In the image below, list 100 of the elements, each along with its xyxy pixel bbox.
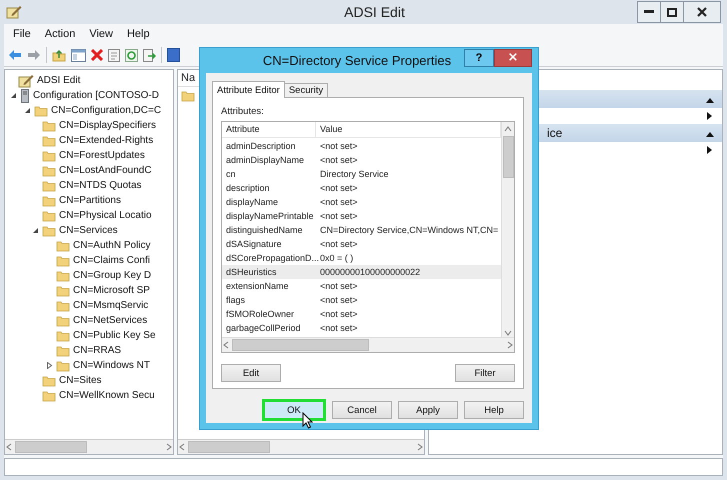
folder-up-icon[interactable]	[52, 48, 66, 62]
menu-item[interactable]: File	[8, 26, 36, 42]
attribute-row[interactable]: distinguishedName CN=Directory Service,CN=Windows NT,CN=	[222, 223, 501, 237]
scroll-left-icon[interactable]	[222, 341, 230, 349]
delete-icon[interactable]	[91, 49, 103, 61]
tree-item[interactable]: CN=WellKnown Secu	[59, 390, 155, 401]
attribute-name: displayName	[225, 197, 280, 207]
refresh-icon[interactable]	[125, 48, 138, 62]
submenu-arrow-icon[interactable]	[707, 112, 712, 120]
scrollbar-thumb[interactable]	[502, 136, 514, 178]
column-header[interactable]: Attribute	[222, 122, 316, 137]
attribute-value: <not set>	[319, 239, 359, 249]
attribute-row[interactable]: dSCorePropagationD...0x0 = ( )	[222, 251, 501, 265]
menu-item[interactable]: View	[84, 26, 118, 42]
attribute-row[interactable]: fSMORoleOwner <not set>	[222, 307, 501, 321]
attribute-name: displayNamePrintable	[225, 211, 315, 221]
tree-item[interactable]: CN=NTDS Quotas	[59, 180, 142, 191]
document-icon[interactable]	[108, 48, 120, 62]
folder-icon	[42, 374, 56, 386]
dialog-button[interactable]: OK	[262, 399, 326, 421]
attribute-row[interactable]: cn Directory Service	[222, 167, 501, 181]
scroll-down-icon[interactable]	[504, 329, 512, 337]
attribute-row[interactable]: dSASignature <not set>	[222, 237, 501, 251]
menu-item[interactable]: Help	[122, 26, 155, 42]
tree-item[interactable]: CN=Services	[59, 225, 118, 236]
scroll-right-icon[interactable]	[506, 341, 514, 349]
attribute-row[interactable]: extensionName <not set>	[222, 279, 501, 293]
attribute-row[interactable]: garbageCollPeriod <not set>	[222, 321, 501, 335]
tree-arrow-icon[interactable]	[46, 362, 52, 369]
attribute-name: distinguishedName	[225, 225, 304, 235]
tree-item[interactable]: CN=NetServices	[73, 315, 148, 326]
tree-item[interactable]: CN=ForestUpdates	[59, 150, 145, 161]
collapse-caret-icon[interactable]	[706, 97, 714, 103]
tree-item[interactable]: CN=MsmqServic	[73, 300, 148, 311]
attribute-name: description	[225, 183, 271, 193]
tab[interactable]: Security	[284, 83, 328, 98]
forward-arrow-icon[interactable]	[27, 49, 41, 61]
tree-item[interactable]: CN=DisplaySpecifiers	[59, 120, 156, 131]
tree-item[interactable]: CN=LostAndFoundC	[59, 165, 152, 176]
dialog-button[interactable]: Help	[464, 401, 524, 419]
tree-item[interactable]: CN=Configuration,DC=C	[51, 105, 162, 116]
mouse-pointer-icon	[302, 412, 313, 429]
attribute-name: dSHeuristics	[225, 267, 278, 277]
dialog-button[interactable]: Apply	[398, 401, 458, 419]
scroll-up-icon[interactable]	[504, 125, 512, 133]
tree-arrow-icon[interactable]	[24, 107, 30, 114]
tree-item[interactable]: CN=Public Key Se	[73, 330, 156, 341]
tree-item[interactable]: CN=Partitions	[59, 195, 121, 206]
tree-item[interactable]: CN=Claims Confi	[73, 255, 150, 266]
scrollbar-thumb[interactable]	[232, 339, 369, 351]
attribute-value: Directory Service	[319, 169, 390, 179]
scroll-left-icon[interactable]	[5, 443, 13, 451]
help-button[interactable]: ?	[464, 48, 494, 66]
scroll-right-icon[interactable]	[165, 443, 173, 451]
edit-button[interactable]: Edit	[221, 364, 281, 382]
close-button[interactable]: ×	[494, 48, 532, 66]
tree-item[interactable]: CN=AuthN Policy	[73, 240, 151, 251]
back-arrow-icon[interactable]	[8, 49, 22, 61]
attribute-row[interactable]: flags <not set>	[222, 293, 501, 307]
attribute-row[interactable]: displayNamePrintable <not set>	[222, 209, 501, 223]
attribute-value: 00000000100000000022	[319, 267, 422, 277]
tree-arrow-icon[interactable]	[32, 227, 38, 234]
tree-item[interactable]: Configuration [CONTOSO-D	[33, 90, 159, 101]
column-header[interactable]: Na	[181, 72, 196, 84]
collapse-caret-icon[interactable]	[706, 131, 714, 137]
pane-icon[interactable]	[71, 48, 86, 62]
attribute-row[interactable]: adminDisplayName <not set>	[222, 153, 501, 167]
close-icon	[697, 7, 707, 17]
attribute-row[interactable]: displayName <not set>	[222, 195, 501, 209]
attribute-value: <not set>	[319, 295, 359, 305]
attributes-label: Attributes:	[221, 106, 265, 117]
folder-icon	[56, 314, 70, 326]
tree-item[interactable]: CN=RRAS	[73, 345, 122, 356]
tree-item[interactable]: CN=Extended-Rights	[59, 135, 154, 146]
scroll-right-icon[interactable]	[416, 443, 424, 451]
scroll-left-icon[interactable]	[178, 443, 186, 451]
scrollbar-thumb[interactable]	[188, 441, 270, 453]
tree-arrow-icon[interactable]	[10, 92, 16, 99]
scrollbar-thumb[interactable]	[15, 441, 87, 453]
attribute-value: <not set>	[319, 197, 359, 207]
folder-icon	[56, 270, 70, 282]
folder-icon	[181, 90, 195, 102]
menu-item[interactable]: Action	[40, 26, 80, 42]
tree-item[interactable]: CN=Group Key D	[73, 270, 152, 281]
tree-item[interactable]: CN=Microsoft SP	[73, 285, 150, 296]
attribute-row[interactable]: adminDescription <not set>	[222, 139, 501, 153]
tab[interactable]: Attribute Editor	[212, 81, 285, 98]
export-icon[interactable]	[143, 48, 156, 62]
tree-item[interactable]: CN=Sites	[59, 375, 102, 386]
tree-item[interactable]: CN=Physical Locatio	[59, 210, 152, 221]
submenu-arrow-icon[interactable]	[707, 146, 712, 154]
attribute-name: extensionName	[225, 281, 290, 291]
tree-item[interactable]: CN=Windows NT	[73, 360, 150, 371]
maximize-icon	[667, 8, 677, 16]
filter-button[interactable]: Filter	[455, 364, 515, 382]
dialog-button[interactable]: Cancel	[332, 401, 392, 419]
attribute-row[interactable]: dSHeuristics 00000000100000000022	[222, 265, 501, 279]
tree-item[interactable]: ADSI Edit	[37, 75, 80, 86]
folder-icon	[42, 390, 56, 402]
attribute-row[interactable]: description <not set>	[222, 181, 501, 195]
